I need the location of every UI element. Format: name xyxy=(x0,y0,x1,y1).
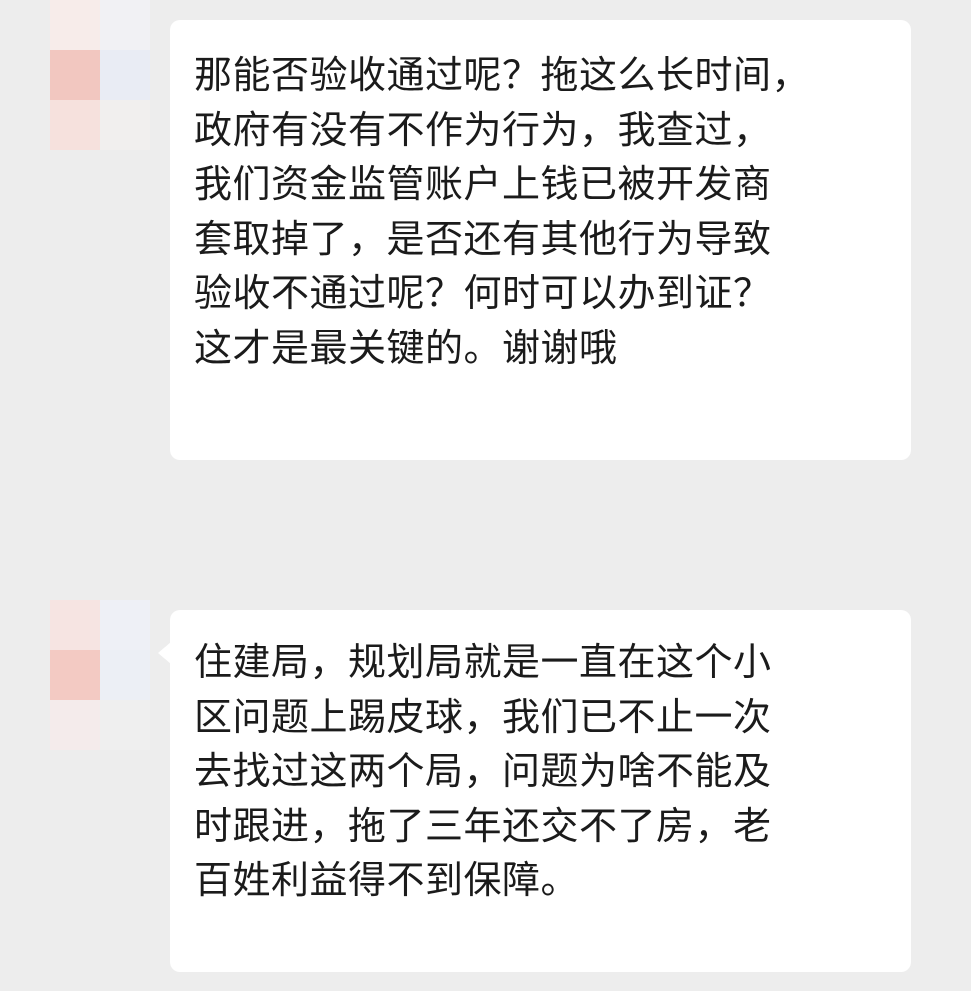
avatar-mosaic-cell xyxy=(50,100,100,150)
chat-message: 住建局，规划局就是一直在这个小 区问题上踢皮球，我们已不止一次 去找过这两个局，… xyxy=(0,590,971,990)
avatar[interactable] xyxy=(50,0,150,150)
message-bubble[interactable]: 那能否验收通过呢？拖这么长时间， 政府有没有不作为行为，我查过， 我们资金监管账… xyxy=(170,20,911,460)
avatar-mosaic-cell xyxy=(50,0,100,50)
avatar-mosaic-cell xyxy=(50,700,100,750)
avatar-mosaic-cell xyxy=(100,650,150,700)
avatar-mosaic-cell xyxy=(100,0,150,50)
avatar-mosaic-cell xyxy=(50,650,100,700)
avatar-mosaic-cell xyxy=(100,700,150,750)
message-text: 住建局，规划局就是一直在这个小 区问题上踢皮球，我们已不止一次 去找过这两个局，… xyxy=(194,640,772,902)
message-bubble[interactable]: 住建局，规划局就是一直在这个小 区问题上踢皮球，我们已不止一次 去找过这两个局，… xyxy=(170,610,911,972)
avatar-mosaic-cell xyxy=(50,600,100,650)
avatar-mosaic-cell xyxy=(100,50,150,100)
avatar-mosaic-cell xyxy=(100,600,150,650)
avatar-mosaic-cell xyxy=(50,50,100,100)
avatar[interactable] xyxy=(50,600,150,750)
message-text: 那能否验收通过呢？拖这么长时间， 政府有没有不作为行为，我查过， 我们资金监管账… xyxy=(194,53,811,370)
avatar-mosaic-cell xyxy=(100,100,150,150)
chat-message: 那能否验收通过呢？拖这么长时间， 政府有没有不作为行为，我查过， 我们资金监管账… xyxy=(0,0,971,470)
chat-thread[interactable]: 那能否验收通过呢？拖这么长时间， 政府有没有不作为行为，我查过， 我们资金监管账… xyxy=(0,0,971,991)
